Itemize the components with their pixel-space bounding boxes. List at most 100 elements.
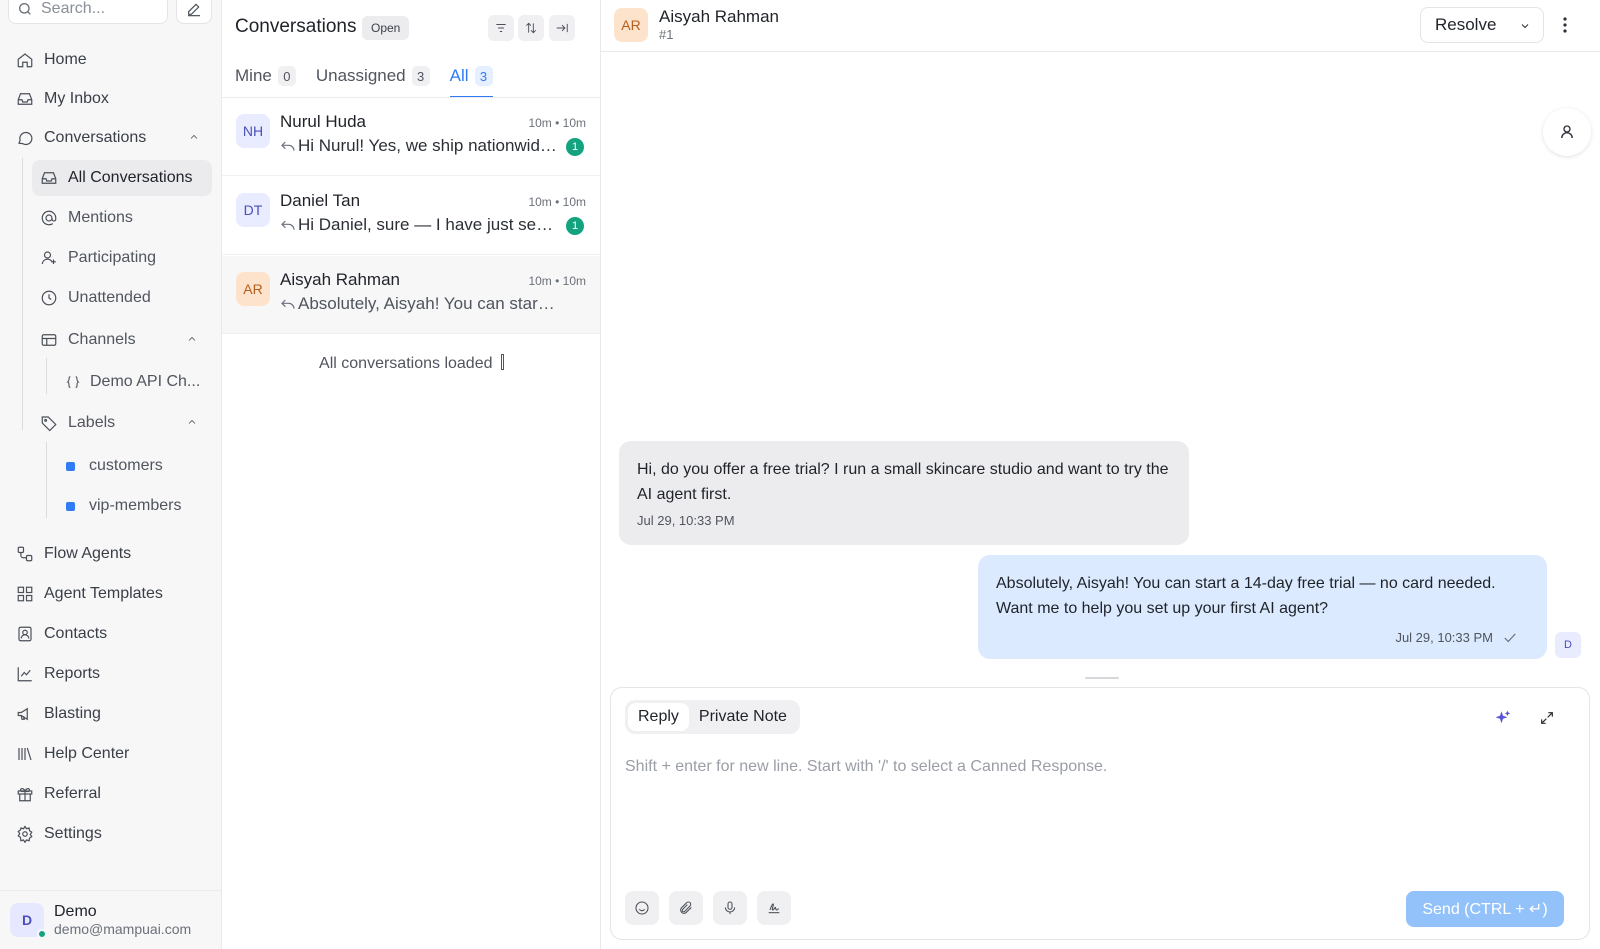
filter-button[interactable]: [488, 15, 514, 41]
compose-button[interactable]: [176, 0, 212, 24]
nav-my-inbox[interactable]: My Inbox: [8, 81, 214, 117]
nav-channel-demo-api-label: Demo API Ch...: [90, 373, 201, 390]
gear-icon: [17, 825, 33, 843]
user-icon: [1561, 125, 1573, 139]
nav-referral[interactable]: Referral: [8, 776, 214, 812]
chat-contact-name[interactable]: Aisyah Rahman: [659, 7, 779, 27]
user-email: demo@mampuai.com: [54, 921, 192, 937]
avatar: NH: [236, 114, 270, 148]
nav-mentions[interactable]: Mentions: [32, 200, 212, 236]
paperclip-icon: [680, 901, 692, 914]
send-button[interactable]: Send (CTRL + ↵): [1406, 891, 1564, 927]
resolve-button[interactable]: Resolve: [1420, 7, 1544, 43]
signature-button[interactable]: [757, 891, 791, 925]
conversation-tabs: Mine 0 Unassigned 3 All 3: [235, 62, 513, 98]
nav-help-center-label: Help Center: [44, 745, 130, 762]
status-filter-badge[interactable]: Open: [362, 16, 410, 40]
user-profile[interactable]: D Demo demo@mampuai.com: [0, 890, 222, 949]
nav-flow-agents[interactable]: Flow Agents: [8, 536, 214, 572]
tab-private-note[interactable]: Private Note: [689, 703, 797, 731]
unread-badge: 1: [566, 138, 584, 156]
conversation-contact-name: Nurul Huda: [280, 112, 366, 131]
pencil-icon: [188, 3, 200, 17]
expand-composer-button[interactable]: [1535, 706, 1559, 730]
nav-settings-label: Settings: [44, 825, 102, 842]
nav-label-vip-members[interactable]: vip-members: [56, 488, 206, 524]
avatar[interactable]: AR: [614, 8, 648, 42]
emoji-button[interactable]: [625, 891, 659, 925]
grid-icon: [17, 586, 33, 602]
conversation-item-selected[interactable]: AR Aisyah Rahman 10m • 10m Absolutely, A…: [222, 256, 600, 334]
nav-channel-demo-api[interactable]: Demo API Ch...: [56, 364, 206, 400]
nav-all-conversations-label: All Conversations: [68, 169, 193, 186]
nav-label-customers[interactable]: customers: [56, 448, 206, 484]
filter-icon: [496, 24, 506, 32]
more-vertical-icon: [1563, 17, 1567, 33]
search-input[interactable]: Search...: [8, 0, 168, 24]
inbox-icon: [41, 172, 57, 184]
tab-all[interactable]: All 3: [449, 62, 493, 98]
ai-assist-button[interactable]: [1491, 706, 1515, 730]
sort-icon: [526, 22, 536, 34]
label-color-dot: [66, 501, 75, 511]
nav-help-center[interactable]: Help Center: [8, 736, 214, 772]
nav-blasting[interactable]: Blasting: [8, 696, 214, 732]
conversation-time: 10m • 10m: [528, 195, 586, 209]
chevron-down-icon[interactable]: [1519, 20, 1531, 32]
search-icon: [19, 2, 31, 15]
microphone-icon: [724, 901, 736, 914]
nav-home-label: Home: [44, 51, 87, 68]
nav-conversations[interactable]: Conversations: [8, 120, 214, 156]
nav-agent-templates[interactable]: Agent Templates: [8, 576, 214, 612]
nav-flow-agents-label: Flow Agents: [44, 545, 132, 562]
conversation-time: 10m • 10m: [528, 274, 586, 288]
attach-button[interactable]: [669, 891, 703, 925]
resize-handle[interactable]: [1085, 677, 1119, 679]
nav-labels-label: Labels: [68, 414, 116, 431]
tab-mine[interactable]: Mine 0: [235, 62, 296, 98]
text-cursor-icon: [500, 354, 504, 370]
tree-line: [46, 358, 47, 394]
nav-contacts-label: Contacts: [44, 625, 108, 642]
chevron-up-icon[interactable]: [186, 333, 198, 345]
nav-all-conversations[interactable]: All Conversations: [32, 160, 212, 196]
inbox-icon: [17, 93, 33, 105]
conversation-list-panel: Conversations Open Mine 0 Unassigned 3 A…: [222, 0, 601, 949]
chevron-up-icon[interactable]: [188, 131, 200, 143]
user-icon: [41, 251, 56, 265]
avatar: D: [1555, 632, 1581, 658]
nav-unattended[interactable]: Unattended: [32, 280, 212, 316]
nav-contacts[interactable]: Contacts: [8, 616, 214, 652]
nav-mentions-label: Mentions: [68, 209, 133, 226]
voice-record-button[interactable]: [713, 891, 747, 925]
tab-mine-label: Mine: [235, 66, 272, 85]
nav-settings[interactable]: Settings: [8, 816, 214, 852]
nav-blasting-label: Blasting: [44, 705, 101, 722]
user-name: Demo: [54, 903, 97, 920]
nav-reports[interactable]: Reports: [8, 656, 214, 692]
chevron-up-icon[interactable]: [186, 416, 198, 428]
nav-participating[interactable]: Participating: [32, 240, 212, 276]
more-options-button[interactable]: [1557, 14, 1573, 36]
conversation-id: #1: [659, 27, 674, 42]
tab-reply[interactable]: Reply: [628, 703, 689, 731]
nav-channels-label: Channels: [68, 331, 136, 348]
tab-unassigned[interactable]: Unassigned 3: [316, 62, 430, 98]
conversation-item[interactable]: NH Nurul Huda 10m • 10m Hi Nurul! Yes, w…: [222, 98, 600, 176]
flow-icon: [17, 546, 33, 562]
tab-all-count: 3: [474, 66, 493, 86]
contact-details-button[interactable]: [1543, 108, 1591, 156]
message-input[interactable]: Shift + enter for new line. Start with '…: [625, 758, 1107, 776]
chat-panel: AR Aisyah Rahman #1 Resolve Hi, do you o…: [601, 0, 1600, 949]
tree-line: [22, 158, 23, 430]
nav-participating-label: Participating: [68, 249, 157, 266]
expand-icon: [1541, 712, 1553, 724]
nav-channels[interactable]: Channels: [32, 322, 212, 358]
nav-home[interactable]: Home: [8, 42, 214, 78]
nav-unattended-label: Unattended: [68, 289, 151, 306]
collapse-panel-button[interactable]: [549, 15, 575, 41]
conversation-item[interactable]: DT Daniel Tan 10m • 10m Hi Daniel, sure …: [222, 177, 600, 255]
nav-labels[interactable]: Labels: [32, 405, 212, 441]
emoji-icon: [635, 901, 649, 915]
sort-button[interactable]: [518, 15, 544, 41]
